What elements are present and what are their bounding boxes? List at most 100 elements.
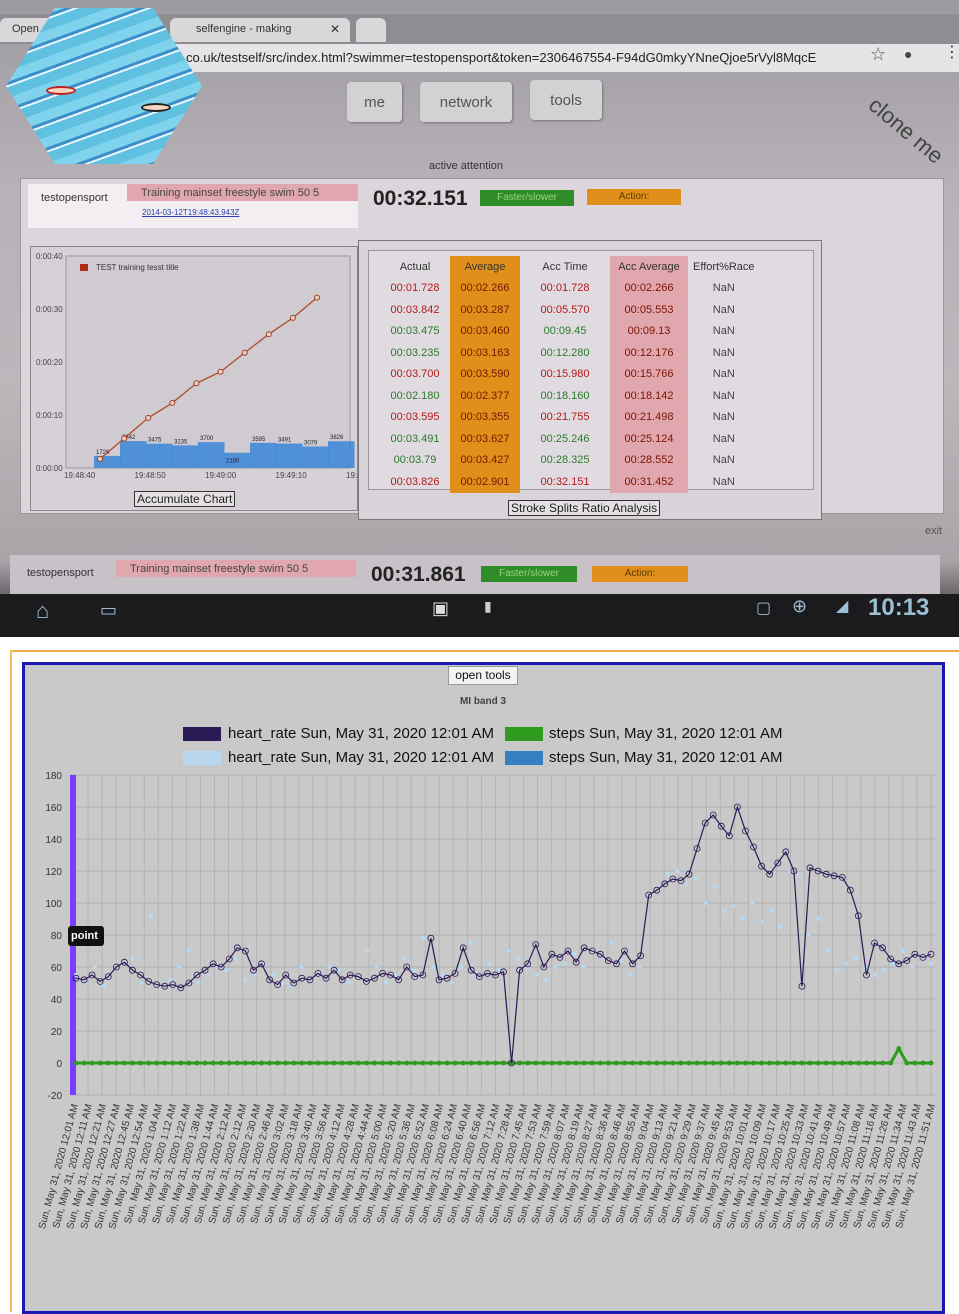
screenshot-icon[interactable]: ▣: [432, 598, 449, 619]
heart-rate-light-point: [750, 900, 755, 906]
exit-link[interactable]: exit: [925, 525, 942, 537]
steps-point: [468, 1060, 474, 1066]
heart-rate-light-point: [440, 972, 445, 978]
table-cell: 00:09.13: [610, 320, 688, 342]
mainset-label: Training mainset freestyle swim 50 5: [127, 184, 358, 201]
table-cell: 00:15.766: [610, 363, 688, 385]
y-tick-label: 80: [51, 931, 63, 942]
heart-rate-light-point: [186, 948, 191, 954]
heart-rate-light-point: [637, 964, 642, 970]
heart-rate-light-point: [459, 964, 464, 970]
steps-point: [856, 1060, 861, 1066]
table-row: 00:03.475 00:03.460 00:09.45 00:09.13 NaN: [380, 320, 760, 342]
legend-heart-rate-2[interactable]: heart_rate Sun, May 31, 2020 12:01 AM: [228, 749, 494, 766]
legend-swatch-heart-rate-1[interactable]: [183, 727, 221, 741]
steps-point: [113, 1060, 119, 1066]
heart-rate-light-point: [722, 908, 727, 914]
footer-action[interactable]: Action:: [592, 566, 688, 582]
steps-point: [218, 1060, 224, 1066]
steps-point: [799, 1060, 805, 1066]
table-cell: NaN: [712, 325, 735, 338]
steps-point: [259, 1060, 264, 1066]
bar: [120, 441, 147, 468]
heart-rate-light-point: [139, 980, 144, 986]
frame-left-line: [10, 650, 12, 1312]
table-cell: 00:12.176: [610, 342, 688, 364]
action-indicator[interactable]: Action:: [587, 189, 681, 205]
table-cell: 00:02.901: [450, 471, 520, 493]
y-tick-label: 40: [51, 995, 63, 1006]
steps-point: [89, 1060, 95, 1066]
steps-point: [622, 1060, 627, 1066]
home-icon[interactable]: ⌂: [36, 598, 49, 624]
heart-rate-light-point: [740, 916, 746, 922]
bar-label: 3475: [148, 438, 162, 444]
nav-network-button[interactable]: network: [420, 82, 512, 122]
footer-swimmer-name: testopensport: [27, 567, 94, 579]
data-point: [145, 414, 152, 421]
gallery-icon: ▢: [756, 600, 772, 617]
bar-label: 3700: [200, 436, 214, 442]
star-icon[interactable]: ☆: [870, 44, 886, 65]
accumulate-chart-title[interactable]: Accumulate Chart: [134, 491, 236, 507]
steps-point: [880, 1060, 886, 1066]
legend-steps-1[interactable]: steps Sun, May 31, 2020 12:01 AM: [549, 725, 782, 742]
heart-rate-light-point: [365, 948, 370, 954]
nav-tools-button[interactable]: tools: [530, 80, 602, 120]
nav-me-button[interactable]: me: [347, 82, 402, 122]
y-tick-label: 0: [56, 1059, 62, 1070]
table-cell: NaN: [712, 475, 735, 488]
heart-rate-light-point: [177, 964, 182, 970]
browser-tab-selfengine[interactable]: selfengine - making ✕: [170, 18, 350, 42]
open-tools-button[interactable]: open tools: [448, 666, 518, 685]
table-cell: 00:05.553: [610, 299, 688, 321]
steps-point: [493, 1060, 498, 1066]
heart-rate-light-point: [834, 967, 840, 973]
data-point: [314, 294, 320, 301]
recent-apps-icon[interactable]: ▭: [100, 600, 117, 621]
steps-point: [638, 1060, 644, 1066]
bar: [276, 443, 303, 468]
table-cell: NaN: [712, 389, 735, 402]
heart-rate-light-point: [167, 977, 173, 982]
legend-steps-2[interactable]: steps Sun, May 31, 2020 12:01 AM: [549, 749, 782, 766]
session-date-link[interactable]: 2014-03-12T19:48:43.943Z: [142, 208, 239, 217]
steps-point: [428, 1060, 434, 1066]
heart-rate-light-point: [280, 980, 285, 986]
bar-label: 3595: [252, 437, 266, 443]
table-cell: 00:12.280: [540, 346, 590, 359]
heart-rate-light-point: [778, 924, 783, 930]
bar: [302, 446, 329, 468]
steps-point: [533, 1060, 539, 1066]
splits-title[interactable]: Stroke Splits Ratio Analysis: [508, 500, 661, 516]
steps-point: [662, 1060, 668, 1066]
heart-rate-light-point: [552, 964, 558, 970]
heart-rate-light-point: [816, 916, 821, 922]
table-cell: 00:03.460: [450, 320, 520, 342]
heart-rate-light-point: [92, 964, 97, 970]
legend-swatch-heart-rate-2[interactable]: [183, 751, 221, 765]
legend-swatch-steps-2[interactable]: [505, 751, 543, 765]
steps-point: [412, 1060, 418, 1066]
clone-me-ribbon[interactable]: clone me: [863, 92, 948, 169]
table-cell: 00:03.355: [450, 406, 520, 428]
menu-icon[interactable]: ⋮: [944, 42, 959, 62]
close-icon[interactable]: ✕: [330, 22, 340, 36]
table-cell: NaN: [712, 454, 735, 467]
table-cell: 00:28.325: [540, 454, 590, 467]
steps-point: [436, 1060, 442, 1066]
new-tab-button[interactable]: [356, 18, 386, 42]
table-cell: 00:01.728: [540, 282, 590, 295]
heart-rate-light-point: [101, 983, 107, 989]
legend-heart-rate-1[interactable]: heart_rate Sun, May 31, 2020 12:01 AM: [228, 725, 494, 742]
steps-point: [186, 1060, 192, 1066]
legend-swatch-steps-1[interactable]: [505, 727, 543, 741]
bar-label: 3235: [174, 439, 188, 445]
heart-rate-light-point: [271, 972, 276, 978]
steps-point: [589, 1060, 595, 1066]
microphone-icon[interactable]: ●: [904, 46, 912, 62]
steps-point: [767, 1060, 773, 1066]
table-cell: 00:03.700: [390, 368, 440, 381]
y-tick-label: 60: [51, 963, 63, 974]
table-row: 00:03.235 00:03.163 00:12.280 00:12.176 NaN: [380, 342, 760, 364]
